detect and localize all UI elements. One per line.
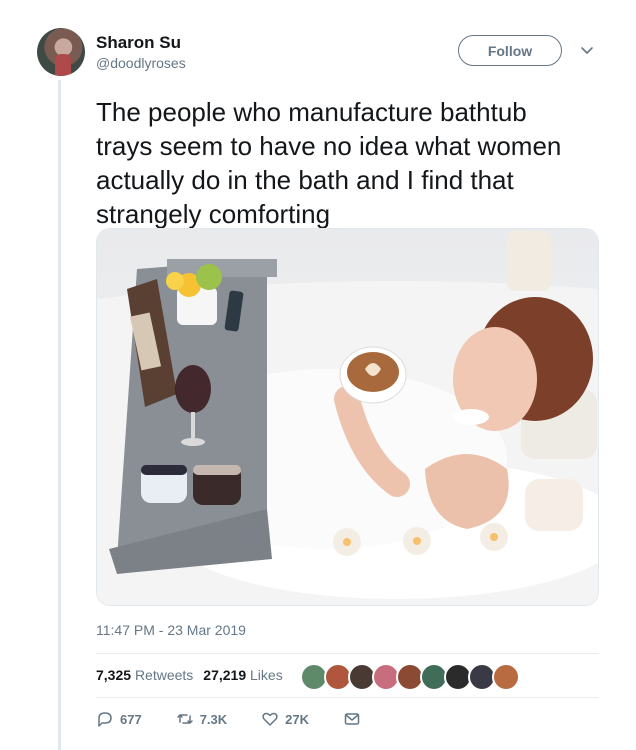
like-count: 27K — [285, 711, 310, 727]
likes-count: 27,219 — [203, 667, 247, 683]
avatar[interactable] — [37, 28, 85, 76]
retweet-button[interactable]: 7.3K — [176, 710, 227, 728]
retweet-count: 7.3K — [199, 711, 228, 727]
tweet-line: actually do in the bath and I find that — [96, 165, 514, 195]
reply-icon — [98, 712, 112, 727]
tweet-line: The people who manufacture bathtub — [96, 97, 527, 127]
retweets-count: 7,325 — [96, 667, 132, 683]
thread-line — [58, 80, 61, 750]
tweet-timestamp[interactable]: 11:47 PM - 23 Mar 2019 — [96, 622, 246, 638]
tweet-line: trays seem to have no idea what women — [96, 131, 562, 161]
reply-count: 677 — [120, 711, 142, 727]
author-handle[interactable]: @doodlyroses — [96, 55, 186, 71]
liker-avatars — [300, 663, 520, 691]
tweet-photo[interactable] — [96, 228, 599, 606]
reply-button[interactable]: 677 — [96, 710, 142, 728]
tweet-actions: 677 7.3K 27K — [96, 710, 395, 728]
divider — [96, 653, 599, 654]
like-button[interactable]: 27K — [261, 710, 309, 728]
likes-label: Likes — [250, 667, 283, 683]
follow-button[interactable]: Follow — [458, 35, 562, 66]
retweets-stat[interactable]: 7,325 Retweets — [96, 667, 193, 683]
avatar[interactable] — [492, 663, 520, 691]
bath-photo — [97, 229, 598, 605]
tweet-line: strangely comforting — [96, 199, 331, 229]
tweet-text: The people who manufacture bathtub trays… — [96, 95, 606, 231]
retweet-icon — [176, 714, 193, 724]
chevron-down-icon[interactable] — [578, 41, 596, 59]
envelope-icon — [344, 713, 360, 725]
divider — [96, 697, 599, 698]
retweets-label: Retweets — [134, 667, 194, 683]
tweet-stats: 7,325 Retweets 27,219 Likes — [96, 667, 283, 683]
author-name[interactable]: Sharon Su — [96, 33, 181, 53]
heart-icon — [262, 712, 278, 726]
likes-stat[interactable]: 27,219 Likes — [203, 667, 282, 683]
direct-message-button[interactable] — [343, 710, 361, 728]
